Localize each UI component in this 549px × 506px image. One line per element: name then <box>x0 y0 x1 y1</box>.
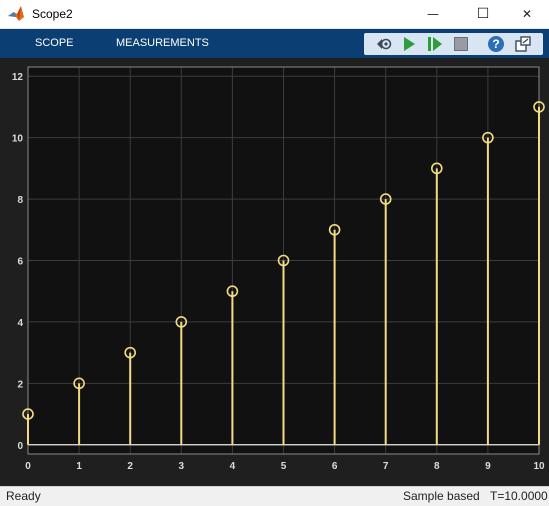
status-bar: Ready Sample based T=10.0000 <box>0 486 549 506</box>
step-forward-icon[interactable] <box>426 35 444 53</box>
help-icon[interactable]: ? <box>487 35 505 53</box>
y-tick-label: 0 <box>17 441 23 452</box>
x-tick-label: 10 <box>533 461 545 472</box>
tab-scope[interactable]: SCOPE <box>35 37 74 49</box>
y-tick-label: 2 <box>17 379 23 390</box>
minimize-button[interactable]: — <box>410 0 456 28</box>
matlab-logo-icon <box>8 6 24 21</box>
minimize-icon: — <box>427 7 439 21</box>
y-tick-label: 8 <box>17 195 23 206</box>
title-bar: Scope2 — ☐ ✕ <box>0 0 549 29</box>
tab-measurements[interactable]: MEASUREMENTS <box>116 37 209 49</box>
run-icon[interactable] <box>400 35 418 53</box>
x-tick-label: 6 <box>332 461 338 472</box>
x-tick-label: 1 <box>76 461 82 472</box>
close-icon: ✕ <box>521 7 533 21</box>
x-tick-label: 0 <box>25 461 31 472</box>
x-tick-label: 8 <box>434 461 440 472</box>
undock-icon[interactable] <box>514 35 532 53</box>
quick-access-toolbar: ? <box>364 33 543 55</box>
maximize-icon: ☐ <box>476 6 490 22</box>
x-tick-label: 3 <box>179 461 185 472</box>
y-tick-label: 4 <box>17 318 23 329</box>
x-tick-label: 7 <box>383 461 389 472</box>
y-tick-label: 6 <box>17 257 23 268</box>
y-tick-label: 10 <box>12 134 24 145</box>
simulation-time: T=10.0000 <box>490 489 548 503</box>
sample-mode-text: Sample based <box>403 489 480 503</box>
stop-icon[interactable] <box>452 35 470 53</box>
status-text: Ready <box>6 489 41 503</box>
x-tick-label: 2 <box>127 461 133 472</box>
y-tick-label: 12 <box>12 72 24 83</box>
x-tick-label: 9 <box>485 461 491 472</box>
window-title: Scope2 <box>32 7 73 21</box>
svg-text:?: ? <box>492 37 499 51</box>
maximize-button[interactable]: ☐ <box>460 0 506 28</box>
scope-display: 0 1 2 3 4 5 6 7 8 9 10 0 2 4 6 8 10 12 <box>0 58 549 486</box>
stepping-options-icon[interactable] <box>374 35 392 53</box>
close-button[interactable]: ✕ <box>504 0 549 28</box>
stem-plot[interactable]: 0 1 2 3 4 5 6 7 8 9 10024681012 <box>0 58 549 486</box>
x-tick-label: 4 <box>230 461 236 472</box>
x-tick-label: 5 <box>281 461 287 472</box>
